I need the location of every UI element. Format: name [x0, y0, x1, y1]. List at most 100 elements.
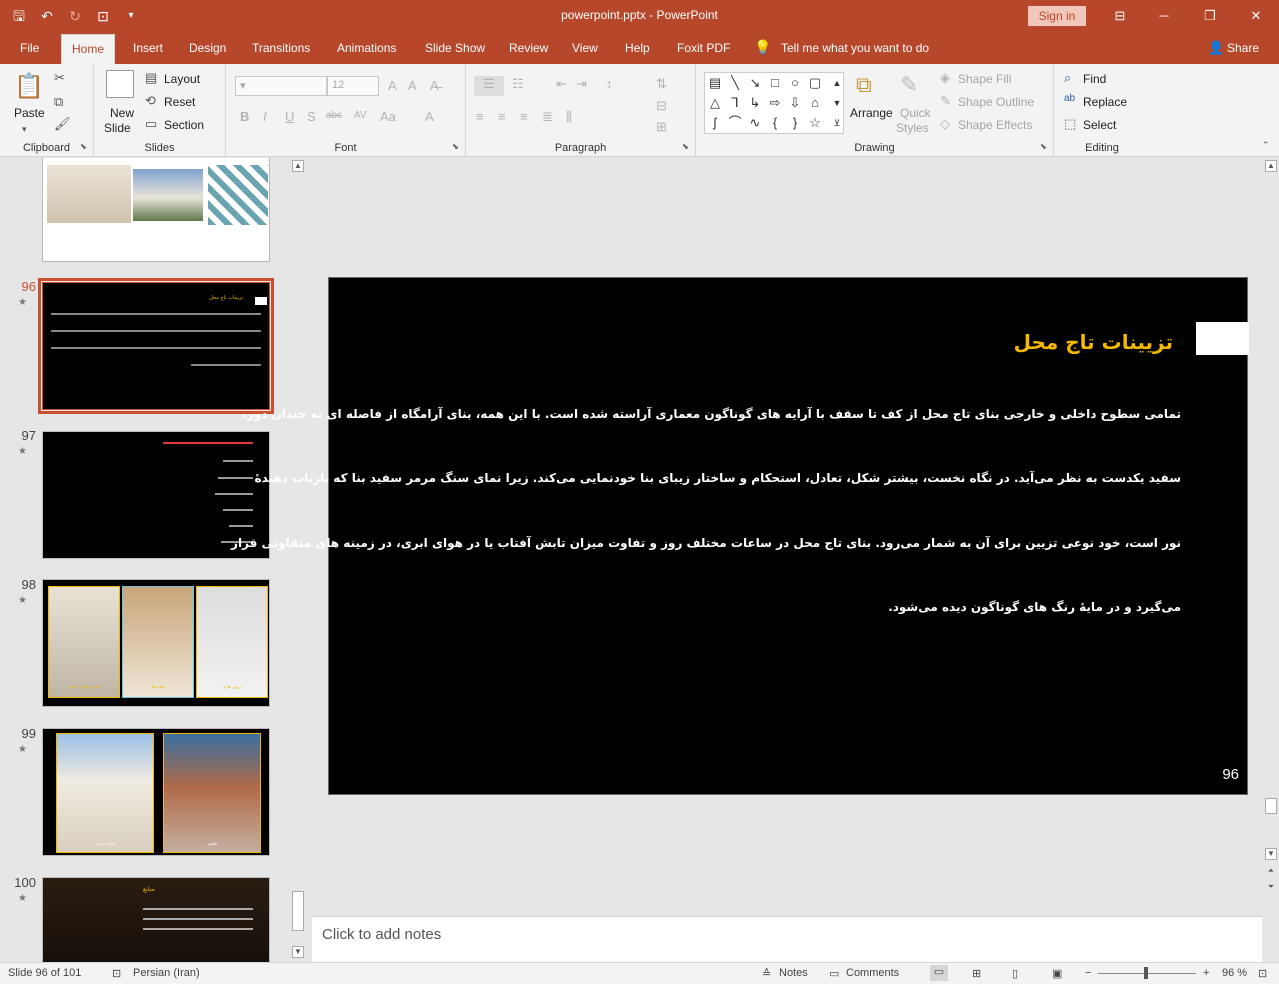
thumbnail-100[interactable]: منابع	[42, 877, 270, 962]
tab-home[interactable]: Home	[61, 34, 116, 64]
paragraph-launcher-icon[interactable]: ⬊	[682, 142, 689, 151]
shape-fill-button[interactable]: Shape Fill	[958, 72, 1011, 86]
notes-button[interactable]: Notes	[779, 967, 808, 979]
paste-icon[interactable]: 📋	[14, 72, 44, 102]
quick-styles-icon[interactable]: ✎	[900, 72, 918, 98]
scroll-up-icon[interactable]: ▲	[292, 160, 304, 172]
shape-outline-button[interactable]: Shape Outline	[958, 95, 1034, 109]
spellcheck-icon[interactable]: ⊡	[112, 967, 121, 980]
slide-body-line[interactable]: تمامی سطوح داخلی و خارجی بنای تاج محل از…	[242, 407, 1181, 421]
restore-icon[interactable]: ❐	[1198, 6, 1222, 26]
shape-left-brace-icon[interactable]: {	[767, 115, 783, 131]
tab-transitions[interactable]: Transitions	[252, 41, 310, 55]
quick-styles-label-1[interactable]: Quick	[900, 106, 931, 120]
zoom-in-icon[interactable]: +	[1203, 967, 1209, 979]
gallery-down-icon[interactable]: ▼	[829, 95, 845, 111]
scroll-down-icon[interactable]: ▼	[292, 946, 304, 958]
tab-view[interactable]: View	[572, 41, 598, 55]
shape-down-arrow-icon[interactable]: ⇩	[787, 95, 803, 111]
shape-rectangle-icon[interactable]: □	[767, 75, 783, 91]
paste-dropdown-icon[interactable]: ▾	[22, 124, 27, 135]
align-center-icon[interactable]: ≡	[498, 109, 506, 124]
shape-scribble-icon[interactable]: ʃ	[707, 115, 723, 131]
bullets-icon[interactable]: ☰	[474, 76, 504, 96]
shape-rounded-rect-icon[interactable]: ▢	[807, 75, 823, 91]
align-right-icon[interactable]: ≡	[520, 109, 528, 124]
sign-in-button[interactable]: Sign in	[1028, 6, 1086, 26]
reset-button[interactable]: Reset	[164, 95, 195, 109]
arrange-icon[interactable]: ⧉	[856, 72, 872, 98]
copy-icon[interactable]: ⧉	[54, 94, 63, 110]
thumbnail-98[interactable]: نقش حکاری سنگ تلویه ها پروین هاری	[42, 579, 270, 707]
drawing-launcher-icon[interactable]: ⬊	[1040, 142, 1047, 151]
font-color-button[interactable]: A	[425, 109, 434, 124]
canvas-scrollbar[interactable]: ▲ ▼ ⏶ ⏷	[1263, 158, 1279, 916]
tab-file[interactable]: File	[20, 41, 39, 55]
reading-view-icon[interactable]: ▯	[1012, 967, 1018, 980]
notes-placeholder[interactable]: Click to add notes	[322, 926, 441, 943]
comments-button[interactable]: Comments	[846, 967, 899, 979]
previous-slide-icon[interactable]: ⏶	[1265, 866, 1277, 878]
change-case-button[interactable]: Aa	[380, 109, 396, 124]
thumbnail-scrollbar[interactable]: ▲ ▼	[290, 158, 306, 962]
shadow-button[interactable]: S	[307, 109, 316, 124]
slide-sorter-icon[interactable]: ⊞	[972, 967, 981, 980]
scroll-up-icon[interactable]: ▲	[1265, 160, 1277, 172]
tab-insert[interactable]: Insert	[133, 41, 163, 55]
tab-design[interactable]: Design	[189, 41, 226, 55]
paste-button[interactable]: Paste	[14, 106, 45, 120]
close-icon[interactable]: ✕	[1244, 6, 1268, 26]
clipboard-launcher-icon[interactable]: ⬊	[80, 142, 87, 151]
shape-star-icon[interactable]: ☆	[807, 115, 823, 131]
underline-button[interactable]: U	[285, 109, 294, 124]
select-button[interactable]: Select	[1083, 118, 1116, 132]
shape-line-icon[interactable]: ╲	[727, 75, 743, 91]
line-spacing-icon[interactable]: ↕	[606, 76, 613, 91]
shape-elbow-icon[interactable]: ⅂	[727, 95, 743, 111]
slide-body-line[interactable]: نور است، خود نوعی تزیین برای آن به شمار …	[231, 536, 1181, 550]
zoom-out-icon[interactable]: −	[1085, 967, 1091, 979]
increase-font-icon[interactable]: A	[388, 78, 397, 93]
tab-animations[interactable]: Animations	[337, 41, 396, 55]
strikethrough-button[interactable]: abc	[326, 110, 342, 121]
shapes-gallery[interactable]: ▤ ╲ ↘ □ ○ ▢ △ ⅂ ↳ ⇨ ⇩ ⌂ ʃ ⌒ ∿ { } ☆ ▲ ▼ …	[704, 72, 844, 134]
shape-triangle-icon[interactable]: △	[707, 95, 723, 111]
tab-review[interactable]: Review	[509, 41, 548, 55]
font-name-combo[interactable]: ▾	[235, 76, 327, 96]
slide-body-line[interactable]: سفید یکدست به نظر می‌آید. در نگاه نخست، …	[255, 471, 1181, 485]
columns-icon[interactable]: ⫼	[566, 109, 572, 125]
gallery-up-icon[interactable]: ▲	[829, 75, 845, 91]
fit-slide-icon[interactable]: ⊡	[1258, 967, 1267, 980]
shape-elbow-arrow-icon[interactable]: ↳	[747, 95, 763, 111]
font-size-combo[interactable]: 12	[327, 76, 379, 96]
normal-view-icon[interactable]: ▭	[930, 965, 948, 981]
tell-me-search[interactable]: Tell me what you want to do	[781, 41, 929, 55]
minimize-icon[interactable]: ─	[1152, 6, 1176, 26]
smartart-icon[interactable]: ⊞	[656, 119, 667, 135]
shape-right-arrow-icon[interactable]: ⇨	[767, 95, 783, 111]
align-text-icon[interactable]: ⊟	[656, 98, 667, 114]
new-slide-label-2[interactable]: Slide	[104, 121, 131, 135]
zoom-level[interactable]: 96 %	[1222, 967, 1247, 979]
language-indicator[interactable]: Persian (Iran)	[133, 967, 200, 979]
collapse-ribbon-icon[interactable]: ⌃	[1262, 140, 1270, 151]
font-launcher-icon[interactable]: ⬊	[452, 142, 459, 151]
new-slide-icon[interactable]	[106, 70, 134, 98]
slide-96[interactable]: تزیینات تاج محل تمامی سطوح داخلی و خارجی…	[231, 277, 1249, 795]
scroll-thumb[interactable]	[1265, 798, 1277, 814]
arrange-button[interactable]: Arrange	[850, 106, 893, 120]
character-spacing-button[interactable]: AV	[354, 110, 367, 121]
shape-arc-icon[interactable]: ⌒	[727, 115, 743, 131]
italic-button[interactable]: I	[263, 109, 267, 124]
share-button[interactable]: Share	[1227, 41, 1259, 55]
thumbnail-95[interactable]	[42, 158, 270, 262]
slide-body-line[interactable]: می‌گیرد و در مایهٔ رنگ های گوناگون دیده …	[353, 600, 1181, 614]
tab-slide-show[interactable]: Slide Show	[425, 41, 485, 55]
align-left-icon[interactable]: ≡	[476, 109, 484, 124]
next-slide-icon[interactable]: ⏷	[1265, 882, 1277, 894]
text-direction-icon[interactable]: ⇅	[656, 76, 667, 92]
shape-oval-icon[interactable]: ○	[787, 75, 803, 91]
shape-arrow-line-icon[interactable]: ↘	[747, 75, 763, 91]
decrease-font-icon[interactable]: A	[408, 78, 417, 93]
bold-button[interactable]: B	[240, 109, 249, 124]
